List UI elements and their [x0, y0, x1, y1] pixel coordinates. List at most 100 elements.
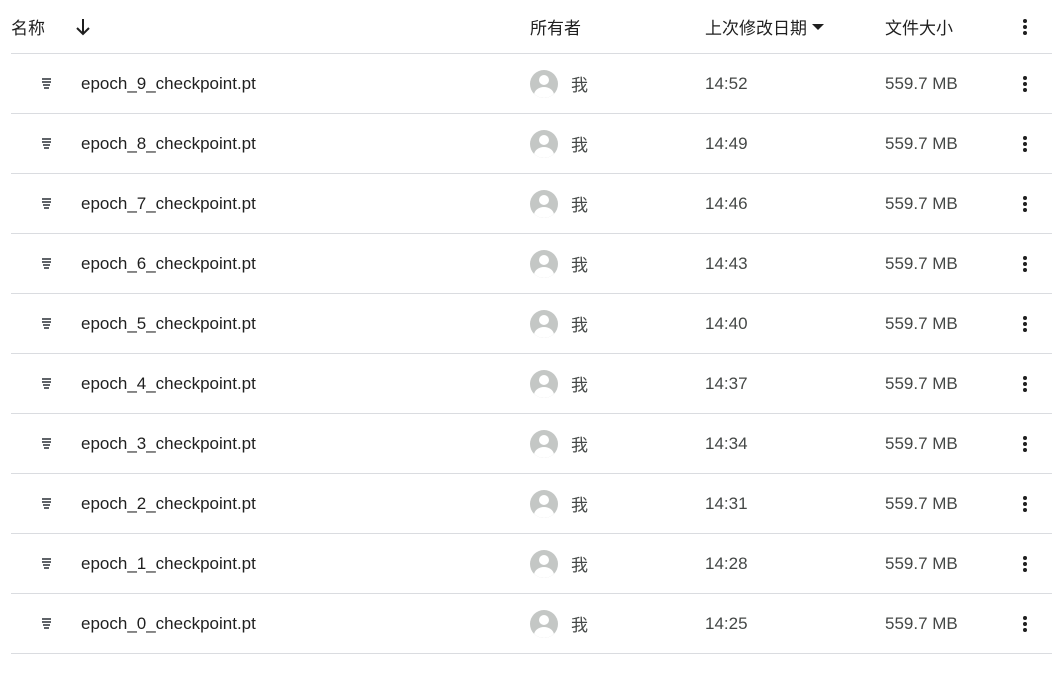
row-more-button[interactable] — [1015, 534, 1035, 593]
modified-time: 14:52 — [705, 73, 748, 93]
more-vert-icon — [1023, 18, 1027, 35]
caret-down-icon — [812, 23, 824, 30]
modified-time: 14:31 — [705, 493, 748, 513]
owner-name: 我 — [571, 256, 588, 275]
more-vert-icon — [1023, 75, 1027, 92]
binary-file-icon — [39, 114, 53, 173]
file-name[interactable]: epoch_8_checkpoint.pt — [81, 114, 256, 173]
file-size: 559.7 MB — [885, 613, 958, 633]
table-row[interactable]: epoch_1_checkpoint.pt 我 14:28 559.7 MB — [11, 534, 1052, 594]
binary-file-icon — [39, 234, 53, 293]
column-header-modified[interactable]: 上次修改日期 — [705, 0, 825, 53]
file-name[interactable]: epoch_7_checkpoint.pt — [81, 174, 256, 233]
modified-time: 14:28 — [705, 553, 748, 573]
user-avatar-icon — [530, 309, 558, 338]
file-name[interactable]: epoch_3_checkpoint.pt — [81, 414, 256, 473]
more-vert-icon — [1023, 615, 1027, 632]
column-header-name[interactable]: 名称 — [11, 0, 45, 53]
more-vert-icon — [1023, 135, 1027, 152]
modified-time: 14:46 — [705, 193, 748, 213]
more-vert-icon — [1023, 315, 1027, 332]
owner-name: 我 — [571, 196, 588, 215]
owner-name: 我 — [571, 76, 588, 95]
file-name[interactable]: epoch_1_checkpoint.pt — [81, 534, 256, 593]
modified-time: 14:40 — [705, 313, 748, 333]
file-name[interactable]: epoch_4_checkpoint.pt — [81, 354, 256, 413]
more-vert-icon — [1023, 435, 1027, 452]
file-name[interactable]: epoch_5_checkpoint.pt — [81, 294, 256, 353]
owner-avatar — [530, 234, 558, 293]
file-name[interactable]: epoch_0_checkpoint.pt — [81, 594, 256, 653]
header-more-button[interactable] — [1015, 0, 1035, 53]
owner-avatar — [530, 594, 558, 653]
user-avatar-icon — [530, 249, 558, 278]
modified-time: 14:37 — [705, 373, 748, 393]
column-header-owner[interactable]: 所有者 — [530, 0, 581, 53]
file-size: 559.7 MB — [885, 373, 958, 393]
owner-name: 我 — [571, 436, 588, 455]
file-size: 559.7 MB — [885, 73, 958, 93]
user-avatar-icon — [530, 549, 558, 578]
row-more-button[interactable] — [1015, 354, 1035, 413]
list-header: 名称 所有者 上次修改日期 文件大小 — [11, 0, 1052, 54]
row-more-button[interactable] — [1015, 594, 1035, 653]
owner-avatar — [530, 294, 558, 353]
table-row[interactable]: epoch_9_checkpoint.pt 我 14:52 559.7 MB — [11, 54, 1052, 114]
binary-file-icon — [39, 474, 53, 533]
file-size: 559.7 MB — [885, 253, 958, 273]
user-avatar-icon — [530, 369, 558, 398]
sort-direction-button[interactable] — [75, 0, 91, 53]
owner-name: 我 — [571, 316, 588, 335]
user-avatar-icon — [530, 429, 558, 458]
table-row[interactable]: epoch_0_checkpoint.pt 我 14:25 559.7 MB — [11, 594, 1052, 654]
row-more-button[interactable] — [1015, 114, 1035, 173]
binary-file-icon — [39, 294, 53, 353]
file-name[interactable]: epoch_2_checkpoint.pt — [81, 474, 256, 533]
row-more-button[interactable] — [1015, 294, 1035, 353]
owner-name: 我 — [571, 556, 588, 575]
user-avatar-icon — [530, 489, 558, 518]
binary-file-icon — [39, 54, 53, 113]
row-more-button[interactable] — [1015, 234, 1035, 293]
table-row[interactable]: epoch_5_checkpoint.pt 我 14:40 559.7 MB — [11, 294, 1052, 354]
row-more-button[interactable] — [1015, 474, 1035, 533]
modified-time: 14:34 — [705, 433, 748, 453]
binary-file-icon — [39, 414, 53, 473]
column-header-modified-label: 上次修改日期 — [705, 19, 807, 38]
more-vert-icon — [1023, 555, 1027, 572]
table-row[interactable]: epoch_3_checkpoint.pt 我 14:34 559.7 MB — [11, 414, 1052, 474]
more-vert-icon — [1023, 255, 1027, 272]
owner-avatar — [530, 54, 558, 113]
more-vert-icon — [1023, 375, 1027, 392]
table-row[interactable]: epoch_6_checkpoint.pt 我 14:43 559.7 MB — [11, 234, 1052, 294]
modified-time: 14:25 — [705, 613, 748, 633]
table-row[interactable]: epoch_2_checkpoint.pt 我 14:31 559.7 MB — [11, 474, 1052, 534]
binary-file-icon — [39, 534, 53, 593]
more-vert-icon — [1023, 495, 1027, 512]
file-size: 559.7 MB — [885, 133, 958, 153]
owner-avatar — [530, 534, 558, 593]
owner-name: 我 — [571, 136, 588, 155]
owner-avatar — [530, 474, 558, 533]
row-more-button[interactable] — [1015, 54, 1035, 113]
owner-name: 我 — [571, 376, 588, 395]
modified-time: 14:49 — [705, 133, 748, 153]
file-size: 559.7 MB — [885, 193, 958, 213]
table-row[interactable]: epoch_4_checkpoint.pt 我 14:37 559.7 MB — [11, 354, 1052, 414]
row-more-button[interactable] — [1015, 414, 1035, 473]
column-header-size[interactable]: 文件大小 — [885, 0, 953, 53]
owner-avatar — [530, 114, 558, 173]
owner-avatar — [530, 174, 558, 233]
file-name[interactable]: epoch_6_checkpoint.pt — [81, 234, 256, 293]
row-more-button[interactable] — [1015, 174, 1035, 233]
table-row[interactable]: epoch_8_checkpoint.pt 我 14:49 559.7 MB — [11, 114, 1052, 174]
owner-avatar — [530, 414, 558, 473]
file-name[interactable]: epoch_9_checkpoint.pt — [81, 54, 256, 113]
file-list: 名称 所有者 上次修改日期 文件大小 epoch_9_checkpoint.pt — [11, 0, 1052, 654]
user-avatar-icon — [530, 129, 558, 158]
binary-file-icon — [39, 594, 53, 653]
owner-name: 我 — [571, 616, 588, 635]
file-size: 559.7 MB — [885, 493, 958, 513]
table-row[interactable]: epoch_7_checkpoint.pt 我 14:46 559.7 MB — [11, 174, 1052, 234]
owner-name: 我 — [571, 496, 588, 515]
